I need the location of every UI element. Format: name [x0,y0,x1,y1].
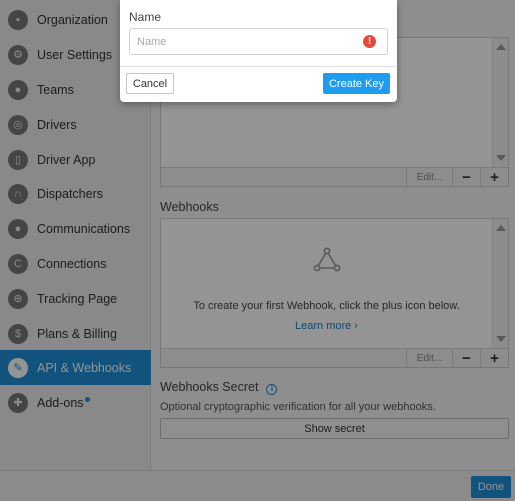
create-key-dialog: Name ! Cancel Create Key [120,0,397,102]
name-field-label: Name [129,10,162,24]
create-key-button[interactable]: Create Key [323,73,390,94]
name-input[interactable] [129,28,388,55]
error-icon: ! [363,35,376,48]
cancel-button[interactable]: Cancel [126,73,174,94]
dialog-divider [120,66,397,67]
